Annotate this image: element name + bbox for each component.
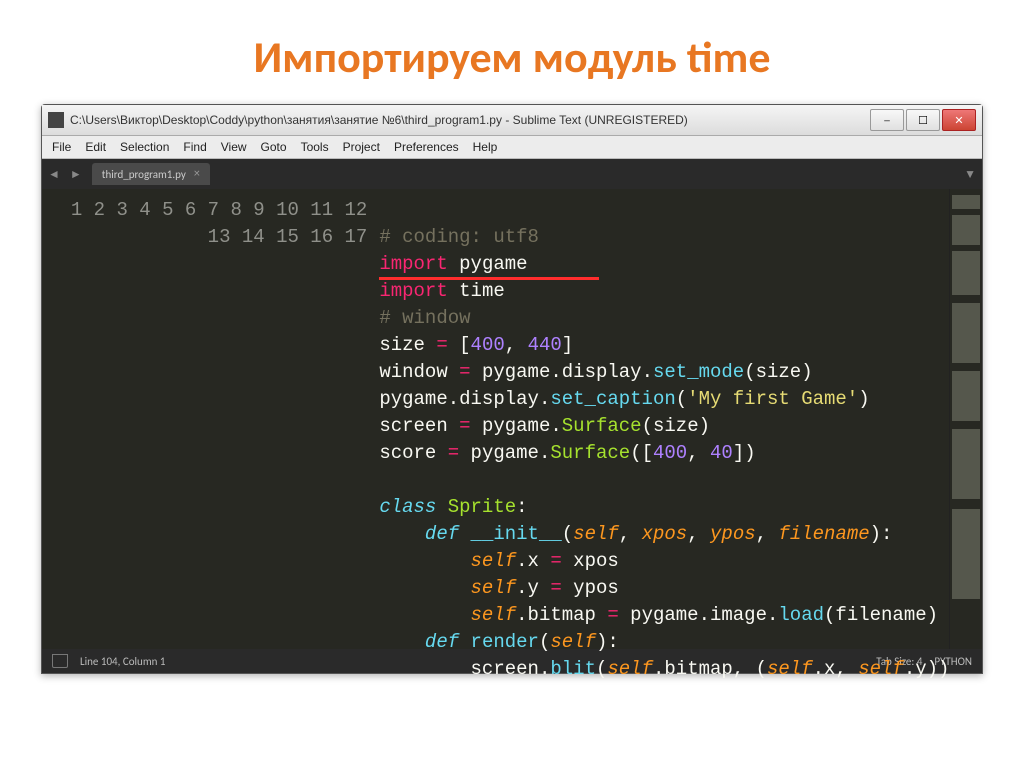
menubar: File Edit Selection Find View Goto Tools… xyxy=(42,136,982,159)
line-gutter: 1 2 3 4 5 6 7 8 9 10 11 12 13 14 15 16 1… xyxy=(42,189,379,649)
code-editor[interactable]: 1 2 3 4 5 6 7 8 9 10 11 12 13 14 15 16 1… xyxy=(42,189,982,649)
titlebar[interactable]: C:\Users\Виктор\Desktop\Coddy\python\зан… xyxy=(42,105,982,136)
menu-preferences[interactable]: Preferences xyxy=(394,140,459,154)
tabbar: ◄ ► third_program1.py × ▼ xyxy=(42,159,982,189)
menu-goto[interactable]: Goto xyxy=(261,140,287,154)
tab-dropdown-icon[interactable]: ▼ xyxy=(964,167,976,182)
code-area[interactable]: # coding: utf8 import pygame import time… xyxy=(379,189,949,649)
menu-project[interactable]: Project xyxy=(343,140,380,154)
menu-edit[interactable]: Edit xyxy=(85,140,106,154)
cursor-position: Line 104, Column 1 xyxy=(80,655,165,668)
menu-help[interactable]: Help xyxy=(473,140,498,154)
slide-title: Импортируем модуль time xyxy=(40,30,984,84)
minimize-button[interactable]: ─ xyxy=(870,109,904,131)
app-window: C:\Users\Виктор\Desktop\Coddy\python\зан… xyxy=(41,104,983,674)
nav-forward-icon[interactable]: ► xyxy=(70,167,82,182)
menu-file[interactable]: File xyxy=(52,140,71,154)
menu-find[interactable]: Find xyxy=(183,140,206,154)
menu-selection[interactable]: Selection xyxy=(120,140,169,154)
tab-label: third_program1.py xyxy=(102,168,186,181)
window-title: C:\Users\Виктор\Desktop\Coddy\python\зан… xyxy=(70,113,870,127)
close-button[interactable]: ✕ xyxy=(942,109,976,131)
nav-back-icon[interactable]: ◄ xyxy=(48,167,60,182)
app-icon xyxy=(48,112,64,128)
file-tab[interactable]: third_program1.py × xyxy=(92,163,210,185)
menu-tools[interactable]: Tools xyxy=(301,140,329,154)
highlight-underline xyxy=(379,277,599,280)
menu-view[interactable]: View xyxy=(221,140,247,154)
panel-icon[interactable] xyxy=(52,654,68,668)
minimap[interactable] xyxy=(949,189,982,649)
maximize-button[interactable]: ☐ xyxy=(906,109,940,131)
tab-close-icon[interactable]: × xyxy=(194,167,200,181)
